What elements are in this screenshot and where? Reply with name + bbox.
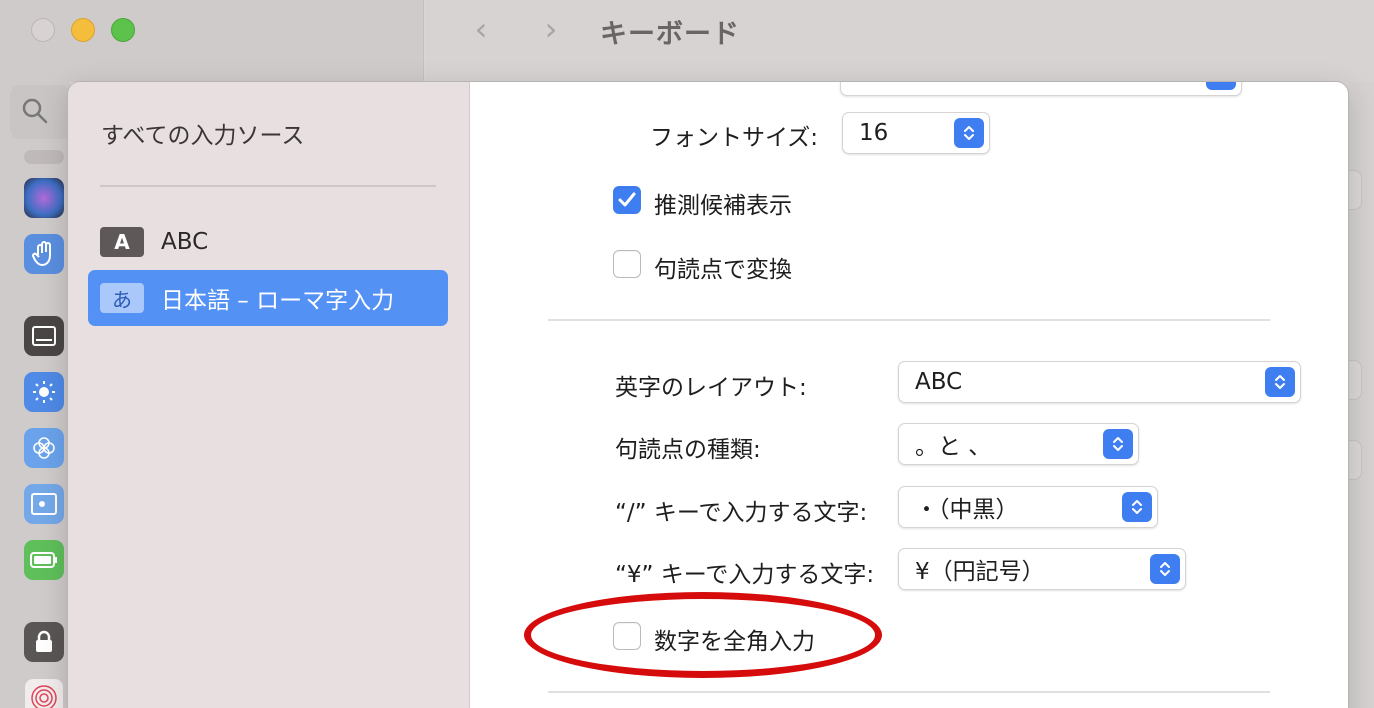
punct-type-value: 。と 、 — [915, 434, 992, 460]
forward-button[interactable]: › — [536, 12, 566, 48]
font-size-value: 16 — [859, 120, 889, 146]
siri-icon[interactable] — [24, 178, 64, 218]
yen-key-label: “¥” キーで入力する文字: — [615, 562, 875, 588]
predictive-checkbox[interactable] — [613, 186, 641, 214]
slash-key-value: ・（中黒） — [915, 497, 1019, 523]
font-size-popup[interactable]: 16 — [842, 112, 990, 154]
popup-arrows-icon — [1103, 429, 1133, 459]
window-title: キーボード — [600, 19, 740, 50]
back-button[interactable]: ‹ — [466, 12, 496, 48]
predictive-label: 推測候補表示 — [654, 193, 792, 219]
popup-arrows-icon — [954, 118, 984, 148]
hiragana-keyboard-icon: あ — [100, 283, 144, 313]
alpha-layout-label: 英字のレイアウト: — [615, 375, 807, 401]
input-source-label: 日本語 – ローマ字入力 — [161, 288, 395, 314]
slash-key-popup[interactable]: ・（中黒） — [898, 486, 1158, 528]
wallpaper-flower-icon[interactable] — [24, 428, 64, 468]
font-popup-partial[interactable] — [840, 82, 1242, 96]
divider — [548, 319, 1270, 321]
privacy-hand-icon[interactable] — [24, 234, 64, 274]
highlight-ellipse-annotation — [524, 592, 882, 678]
alpha-layout-popup[interactable]: ABC — [898, 361, 1301, 403]
search-icon — [22, 98, 48, 124]
abc-keyboard-icon: A — [100, 227, 144, 257]
sidebar-icon-partial[interactable] — [24, 150, 64, 164]
input-source-label: ABC — [161, 229, 209, 255]
desktop-dock-icon[interactable] — [24, 316, 64, 356]
chevron-left-icon: ‹ — [474, 10, 488, 48]
popup-arrows-icon — [1206, 82, 1236, 90]
yen-key-popup[interactable]: ¥（円記号） — [898, 548, 1186, 590]
popup-arrows-icon — [1122, 492, 1152, 522]
checkmark-icon — [618, 192, 636, 207]
yen-key-value: ¥（円記号） — [915, 559, 1045, 585]
battery-icon[interactable] — [24, 540, 64, 580]
punct-type-label: 句読点の種類: — [615, 437, 761, 463]
punct-convert-checkbox[interactable] — [613, 250, 641, 278]
zoom-window-button[interactable] — [111, 18, 135, 42]
popup-arrows-icon — [1265, 367, 1295, 397]
input-source-abc[interactable]: A ABC — [88, 214, 448, 270]
input-sources-title: すべての入力ソース — [101, 123, 305, 149]
input-source-japanese-romaji[interactable]: あ 日本語 – ローマ字入力 — [88, 270, 448, 326]
sidebar-header — [0, 0, 424, 82]
alpha-layout-value: ABC — [915, 369, 963, 395]
screen-saver-icon[interactable] — [24, 484, 64, 524]
lock-screen-icon[interactable] — [24, 622, 64, 662]
touch-id-fingerprint-icon[interactable] — [24, 678, 64, 708]
input-sources-list-pane: すべての入力ソース A ABC あ 日本語 – ローマ字入力 — [68, 82, 470, 708]
chevron-right-icon: › — [544, 10, 558, 48]
close-window-button[interactable] — [31, 18, 55, 42]
font-size-label: フォントサイズ: — [650, 125, 819, 151]
minimize-window-button[interactable] — [71, 18, 95, 42]
main-header — [425, 0, 1374, 82]
divider — [100, 185, 436, 187]
divider — [548, 691, 1270, 693]
popup-arrows-icon — [1150, 554, 1180, 584]
title-bar: ‹ › キーボード — [0, 0, 1374, 82]
punct-type-popup[interactable]: 。と 、 — [898, 423, 1139, 465]
punct-convert-label: 句読点で変換 — [654, 257, 792, 283]
displays-brightness-icon[interactable] — [24, 372, 64, 412]
slash-key-label: “/” キーで入力する文字: — [615, 500, 868, 526]
